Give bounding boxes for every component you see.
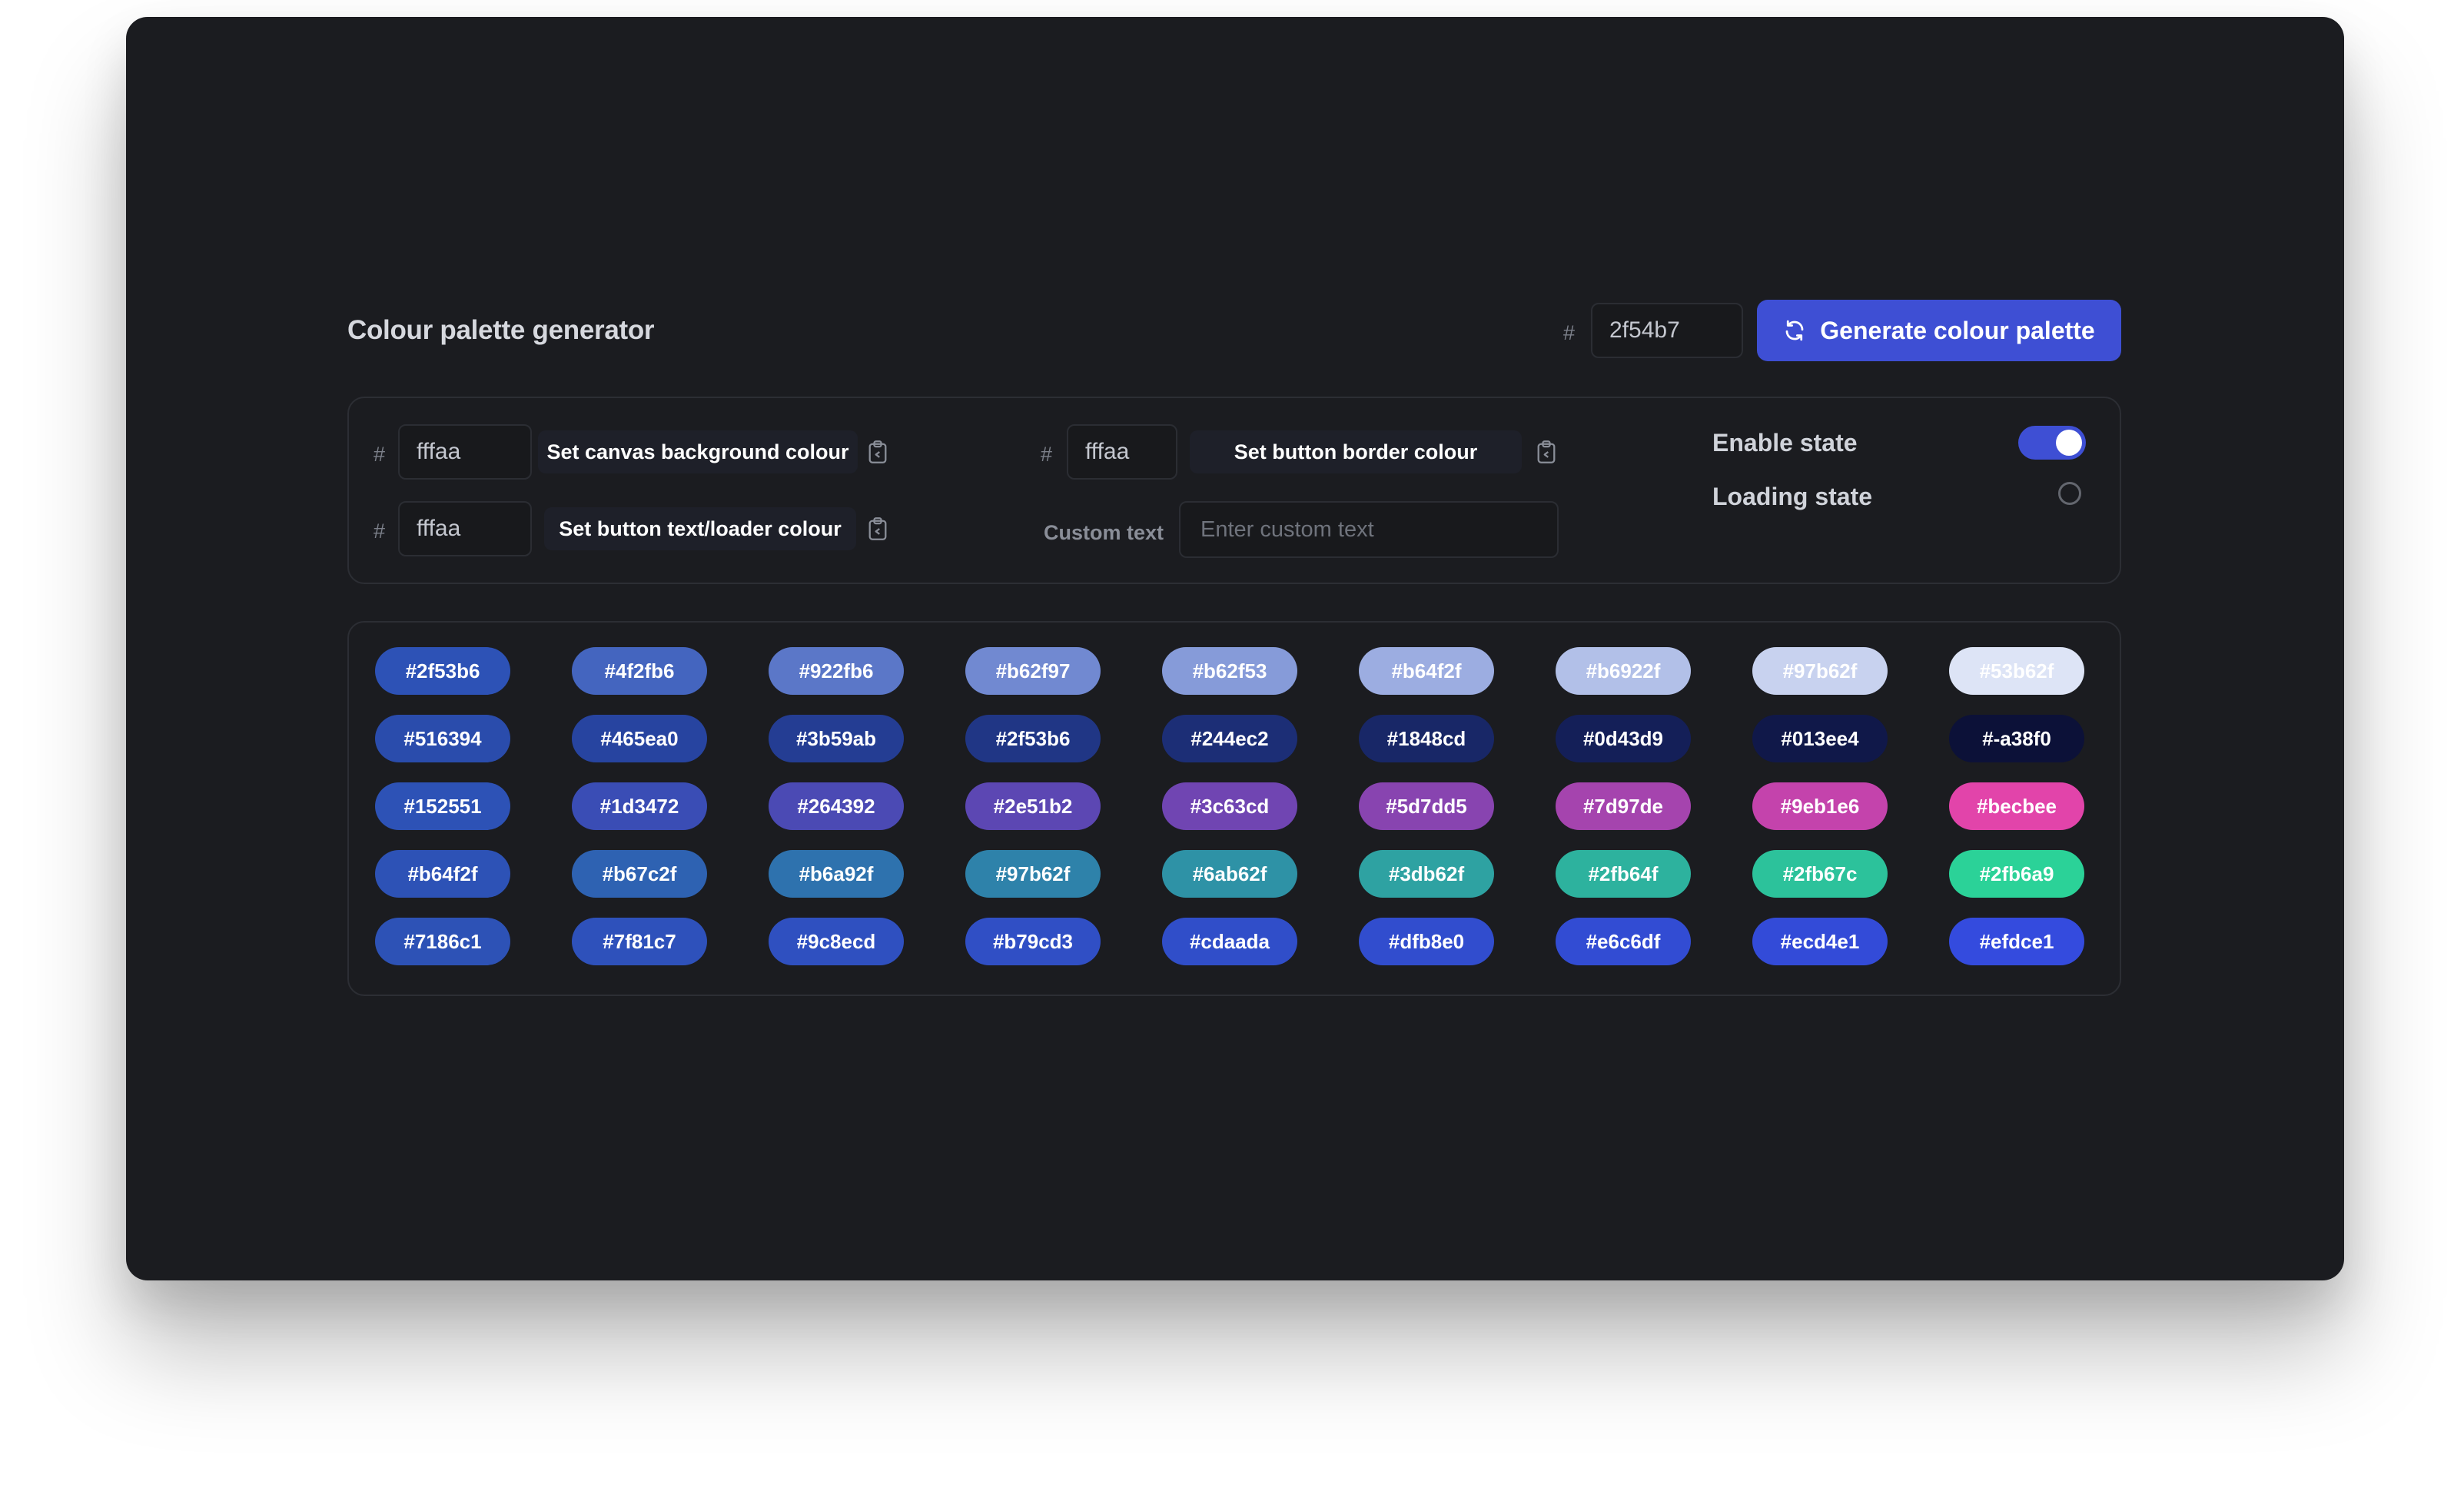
colour-swatch[interactable]: #152551 — [375, 782, 510, 830]
page-title: Colour palette generator — [347, 315, 655, 345]
colour-swatch[interactable]: #9c8ecd — [769, 918, 904, 965]
colour-swatch[interactable]: #b67c2f — [572, 850, 707, 898]
colour-swatch[interactable]: #264392 — [769, 782, 904, 830]
colour-swatch[interactable]: #516394 — [375, 715, 510, 762]
colour-swatch[interactable]: #0d43d9 — [1556, 715, 1691, 762]
colour-swatch[interactable]: #-a38f0 — [1949, 715, 2084, 762]
colour-swatch[interactable]: #e6c6df — [1556, 918, 1691, 965]
colour-swatch[interactable]: #4f2fb6 — [572, 647, 707, 695]
custom-text-label: Custom text — [1044, 521, 1164, 544]
loading-state-radio[interactable] — [2058, 482, 2081, 505]
base-colour-input[interactable]: 2f54b7 — [1591, 303, 1743, 358]
clipboard-icon[interactable] — [867, 440, 888, 464]
refresh-icon — [1785, 320, 1804, 341]
colour-swatch[interactable]: #b6922f — [1556, 647, 1691, 695]
hash-prefix: # — [1563, 321, 1576, 344]
generate-palette-button[interactable]: Generate colour palette — [1757, 300, 2121, 361]
colour-swatch[interactable]: #7d97de — [1556, 782, 1691, 830]
colour-swatch[interactable]: #dfb8e0 — [1359, 918, 1494, 965]
clipboard-icon[interactable] — [1536, 440, 1557, 464]
colour-swatch[interactable]: #2f53b6 — [965, 715, 1101, 762]
colour-swatch[interactable]: #244ec2 — [1162, 715, 1297, 762]
button-border-hex-input[interactable]: fffaa — [1067, 424, 1177, 480]
colour-swatch[interactable]: #2f53b6 — [375, 647, 510, 695]
colour-swatch[interactable]: #b62f97 — [965, 647, 1101, 695]
colour-swatch[interactable]: #97b62f — [965, 850, 1101, 898]
colour-swatch[interactable]: #1848cd — [1359, 715, 1494, 762]
set-button-border-button[interactable]: Set button border colour — [1190, 430, 1522, 473]
colour-swatch[interactable]: #ecd4e1 — [1752, 918, 1888, 965]
canvas-bg-hex-input[interactable]: fffaa — [398, 424, 532, 480]
enable-state-toggle[interactable] — [2018, 426, 2086, 460]
colour-swatch[interactable]: #2fb6a9 — [1949, 850, 2084, 898]
colour-swatch[interactable]: #922fb6 — [769, 647, 904, 695]
loading-state-label: Loading state — [1712, 483, 1873, 510]
colour-swatch[interactable]: #3c63cd — [1162, 782, 1297, 830]
colour-swatch[interactable]: #3db62f — [1359, 850, 1494, 898]
colour-swatch[interactable]: #2fb64f — [1556, 850, 1691, 898]
colour-swatch[interactable]: #2fb67c — [1752, 850, 1888, 898]
colour-swatch[interactable]: #1d3472 — [572, 782, 707, 830]
colour-swatch[interactable]: #7f81c7 — [572, 918, 707, 965]
enable-state-label: Enable state — [1712, 429, 1858, 457]
custom-text-input[interactable] — [1199, 516, 1557, 543]
set-canvas-bg-button[interactable]: Set canvas background colour — [538, 430, 858, 473]
generate-palette-label: Generate colour palette — [1820, 316, 2095, 344]
toggle-knob — [2056, 430, 2082, 456]
hash-prefix: # — [374, 520, 386, 543]
button-text-hex-input[interactable]: fffaa — [398, 501, 532, 556]
colour-swatch[interactable]: #013ee4 — [1752, 715, 1888, 762]
colour-swatch[interactable]: #b79cd3 — [965, 918, 1101, 965]
clipboard-icon[interactable] — [867, 516, 888, 541]
colour-swatch[interactable]: #b64f2f — [375, 850, 510, 898]
set-button-text-button[interactable]: Set button text/loader colour — [544, 507, 856, 550]
colour-swatch[interactable]: #465ea0 — [572, 715, 707, 762]
colour-swatch[interactable]: #cdaada — [1162, 918, 1297, 965]
colour-swatch[interactable]: #6ab62f — [1162, 850, 1297, 898]
colour-swatch[interactable]: #b64f2f — [1359, 647, 1494, 695]
colour-swatch[interactable]: #b62f53 — [1162, 647, 1297, 695]
colour-swatch[interactable]: #b6a92f — [769, 850, 904, 898]
colour-swatch[interactable]: #9eb1e6 — [1752, 782, 1888, 830]
colour-swatch[interactable]: #5d7dd5 — [1359, 782, 1494, 830]
hash-prefix: # — [374, 443, 386, 466]
colour-swatch[interactable]: #efdce1 — [1949, 918, 2084, 965]
colour-swatch[interactable]: #3b59ab — [769, 715, 904, 762]
custom-text-field[interactable] — [1179, 501, 1559, 558]
hash-prefix: # — [1041, 443, 1053, 466]
colour-swatch[interactable]: #7186c1 — [375, 918, 510, 965]
colour-swatch[interactable]: #53b62f — [1949, 647, 2084, 695]
colour-swatch[interactable]: #2e51b2 — [965, 782, 1101, 830]
colour-swatch[interactable]: #97b62f — [1752, 647, 1888, 695]
colour-swatch[interactable]: #becbee — [1949, 782, 2084, 830]
